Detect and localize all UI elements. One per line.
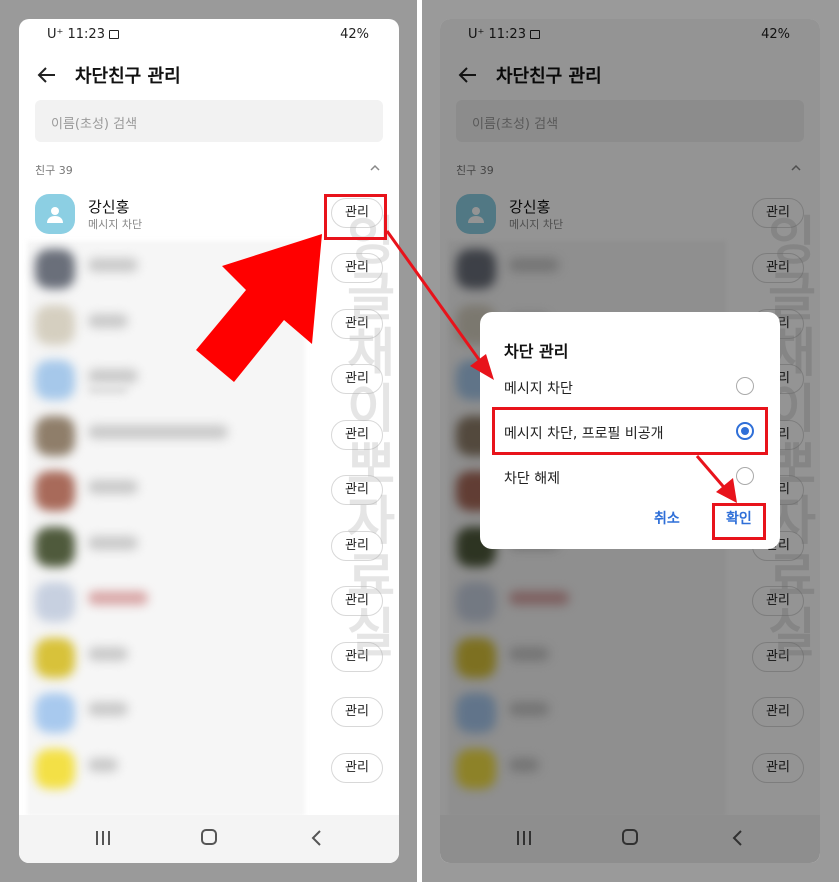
connector-arrow-head-icon xyxy=(470,354,494,380)
connector-arrow-line xyxy=(385,230,487,369)
big-red-arrow-icon xyxy=(196,234,322,382)
annotation-overlay xyxy=(196,230,737,503)
